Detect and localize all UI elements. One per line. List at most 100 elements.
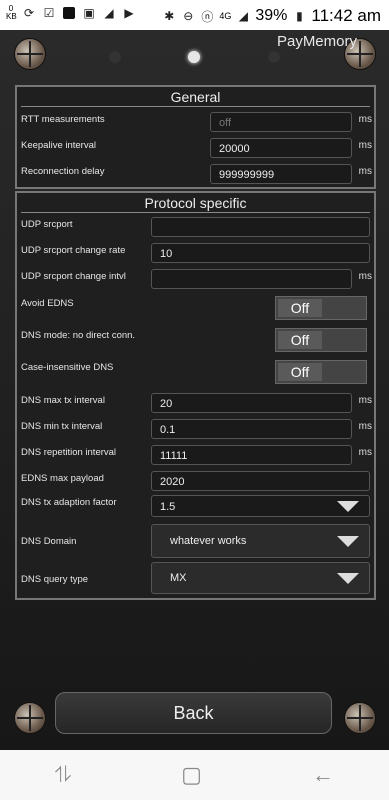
chevron-down-icon: [337, 573, 359, 584]
edns-payload-row: EDNS max payload 2020: [21, 471, 374, 495]
udp-change-rate-input[interactable]: 10: [151, 243, 370, 263]
no-direct-row: DNS mode: no direct conn. Off: [21, 328, 374, 358]
page-indicator-dot-active[interactable]: [188, 51, 200, 63]
udp-srcport-row: UDP srcport: [21, 217, 374, 241]
field-label: DNS query type: [21, 574, 89, 585]
repetition-row: DNS repetition interval 11111 ms: [21, 445, 374, 469]
panel-divider: [21, 106, 370, 107]
keepalive-input[interactable]: 20000: [210, 138, 352, 158]
battery-icon: ▮: [296, 9, 303, 23]
field-label: EDNS max payload: [21, 473, 104, 484]
edns-payload-input[interactable]: 2020: [151, 471, 370, 491]
selected-value: whatever works: [170, 535, 247, 547]
rtt-row: RTT measurements off ms: [21, 112, 374, 136]
sync-icon: ⟳: [23, 6, 35, 20]
unit-label: ms: [358, 271, 372, 282]
unit-label: ms: [358, 166, 372, 177]
back-button[interactable]: Back: [55, 692, 332, 734]
minus-circle-icon: ⊖: [183, 9, 194, 23]
corner-screw-icon: [14, 38, 46, 70]
status-right-icons: ✱ ⊖ ⓝ 4G ◢ 39% ▮ 11:42 am: [162, 6, 381, 26]
field-label: Reconnection delay: [21, 166, 105, 177]
unit-label: ms: [358, 114, 372, 125]
n-badge-icon: ⓝ: [201, 9, 214, 24]
status-bar: 0 KB ⟳ ☑ ▣ ◢ ▶ ✱ ⊖ ⓝ 4G ◢ 39% ▮ 11:42 am: [0, 0, 389, 30]
udp-change-rate-row: UDP srcport change rate 10: [21, 243, 374, 267]
field-label: Case-insensitive DNS: [21, 362, 114, 373]
domain-select[interactable]: whatever works: [151, 524, 370, 558]
unit-label: ms: [358, 140, 372, 151]
case-insensitive-toggle[interactable]: Off: [275, 360, 367, 384]
notification-box-icon: [62, 6, 76, 20]
app-screen: PayMemory General RTT measurements off m…: [0, 30, 389, 750]
avoid-edns-row: Avoid EDNS Off: [21, 296, 374, 326]
toggle-state: Off: [278, 299, 322, 317]
field-label: RTT measurements: [21, 114, 105, 125]
navigation-bar: ⥮ ▢ ←: [0, 750, 389, 800]
domain-row: DNS Domain whatever works: [21, 524, 374, 558]
unit-label: ms: [358, 447, 372, 458]
toggle-state: Off: [278, 331, 322, 349]
field-label: DNS tx adaption factor: [21, 497, 117, 508]
field-label: DNS max tx interval: [21, 395, 105, 406]
unit-label: ms: [358, 421, 372, 432]
panel-title: Protocol specific: [144, 195, 247, 211]
adaption-select[interactable]: 1.5: [151, 495, 370, 517]
home-icon[interactable]: ▢: [181, 762, 202, 788]
checkbox-notification-icon: ☑: [43, 6, 55, 20]
signal-off-icon: ◢: [104, 6, 114, 20]
selected-value: 1.5: [160, 501, 176, 513]
max-tx-input[interactable]: 20: [151, 393, 352, 413]
field-label: UDP srcport: [21, 219, 73, 230]
udp-change-intvl-row: UDP srcport change intvl ms: [21, 269, 374, 293]
page-indicator-dot[interactable]: [109, 51, 121, 63]
unit-label: ms: [358, 395, 372, 406]
data-rate-indicator: 0 KB: [6, 5, 17, 21]
no-direct-toggle[interactable]: Off: [275, 328, 367, 352]
min-tx-row: DNS min tx interval 0.1 ms: [21, 419, 374, 443]
avoid-edns-toggle[interactable]: Off: [275, 296, 367, 320]
play-store-icon: ▶: [124, 6, 134, 20]
query-type-row: DNS query type MX: [21, 562, 374, 596]
corner-screw-icon: [14, 702, 46, 734]
keepalive-row: Keepalive interval 20000 ms: [21, 138, 374, 162]
repetition-input[interactable]: 11111: [151, 445, 352, 465]
cell-signal-icon: ◢: [238, 9, 248, 23]
rtt-input[interactable]: off: [210, 112, 352, 132]
panel-divider: [21, 212, 370, 213]
network-type: 4G: [219, 11, 232, 21]
panel-title: General: [170, 89, 221, 105]
recent-apps-icon[interactable]: ⥮: [55, 762, 71, 788]
case-insensitive-row: Case-insensitive DNS Off: [21, 360, 374, 390]
app-title: PayMemory: [276, 33, 357, 50]
field-label: DNS mode: no direct conn.: [21, 330, 136, 341]
battery-level: 39%: [255, 7, 288, 24]
max-tx-row: DNS max tx interval 20 ms: [21, 393, 374, 417]
adaption-row: DNS tx adaption factor 1.5: [21, 495, 374, 521]
min-tx-input[interactable]: 0.1: [151, 419, 352, 439]
reconnection-input[interactable]: 999999999: [210, 164, 352, 184]
chevron-down-icon: [337, 536, 359, 547]
toggle-state: Off: [278, 363, 322, 381]
field-label: UDP srcport change rate: [21, 245, 126, 256]
selected-value: MX: [170, 572, 187, 584]
page-indicator-dot[interactable]: [268, 51, 280, 63]
field-label: Avoid EDNS: [21, 298, 74, 309]
query-type-select[interactable]: MX: [151, 562, 370, 594]
status-left-icons: 0 KB ⟳ ☑ ▣ ◢ ▶: [6, 5, 136, 21]
udp-change-intvl-input[interactable]: [151, 269, 352, 289]
field-label: Keepalive interval: [21, 140, 96, 151]
data-rate-unit: KB: [6, 12, 17, 21]
field-label: DNS min tx interval: [21, 421, 103, 432]
reconnection-row: Reconnection delay 999999999 ms: [21, 164, 374, 188]
general-panel: General RTT measurements off ms Keepaliv…: [15, 85, 376, 189]
back-arrow-icon[interactable]: ←: [312, 762, 334, 788]
image-icon: ▣: [83, 6, 95, 20]
bluetooth-icon: ✱: [164, 9, 175, 23]
protocol-panel: Protocol specific UDP srcport UDP srcpor…: [15, 191, 376, 600]
chevron-down-icon: [337, 501, 359, 512]
field-label: UDP srcport change intvl: [21, 271, 126, 282]
corner-screw-icon: [344, 702, 376, 734]
clock: 11:42 am: [311, 6, 381, 25]
udp-srcport-input[interactable]: [151, 217, 370, 237]
